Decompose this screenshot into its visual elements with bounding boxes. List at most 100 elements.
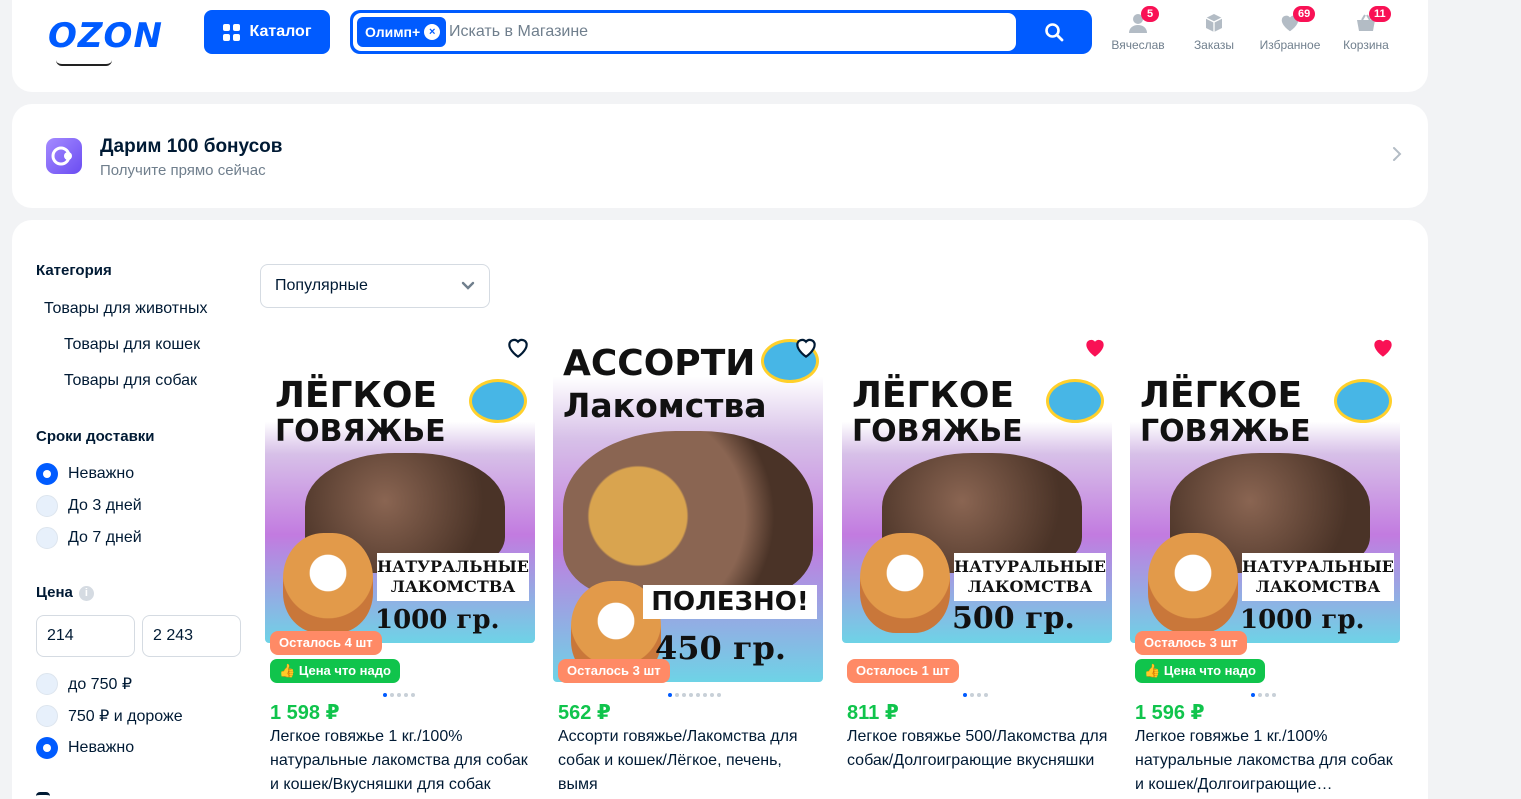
- ozon-logo[interactable]: OZON: [48, 16, 163, 56]
- heart-icon: 69: [1279, 6, 1316, 34]
- price-option-any[interactable]: Неважно: [36, 737, 134, 759]
- bonus-banner[interactable]: Дарим 100 бонусов Получите прямо сейчас: [12, 104, 1428, 208]
- nav-profile[interactable]: 5 Вячеслав: [1099, 6, 1177, 52]
- good-price-badge: 👍 Цена что надо: [270, 659, 400, 683]
- search-icon: [1045, 23, 1064, 42]
- radio[interactable]: [36, 527, 58, 549]
- stock-badge: Осталось 3 шт: [1135, 631, 1247, 655]
- catalog-section: Категория Товары для животных Товары для…: [12, 220, 1428, 799]
- price-option-label: Неважно: [68, 739, 135, 756]
- thumbs-up-icon: 👍: [1144, 663, 1161, 678]
- product-card[interactable]: АССОРТИ Лакомства ПОЛЕЗНО! 450 гр. Остало…: [553, 335, 825, 799]
- category-dogs[interactable]: Товары для собак: [64, 372, 197, 390]
- stock-badge: Осталось 4 шт: [270, 631, 382, 655]
- nav-orders[interactable]: Заказы: [1175, 12, 1253, 52]
- radio[interactable]: [36, 673, 58, 695]
- price-max-input[interactable]: [142, 615, 241, 657]
- user-icon: 5: [1127, 6, 1159, 34]
- cart-badge: 11: [1369, 6, 1391, 22]
- favorite-heart-icon[interactable]: [505, 335, 531, 361]
- info-icon[interactable]: i: [78, 586, 94, 601]
- good-price-badge: 👍 Цена что надо: [1135, 659, 1265, 683]
- good-price-label: Цена что надо: [298, 663, 391, 678]
- favorite-heart-icon[interactable]: [793, 335, 819, 361]
- nav-orders-label: Заказы: [1193, 38, 1235, 52]
- favorites-badge: 69: [1293, 6, 1316, 22]
- sort-dropdown[interactable]: Популярные: [260, 264, 490, 308]
- price-option-under-750[interactable]: до 750 ₽: [36, 673, 132, 695]
- nav-favorites-label: Избранное: [1259, 38, 1321, 52]
- grid-icon: [222, 23, 240, 41]
- bonus-subtitle: Получите прямо сейчас: [100, 162, 266, 179]
- product-title[interactable]: Ассорти говяжье/Лакомства для собак и ко…: [558, 725, 820, 797]
- nav-favorites[interactable]: 69 Избранное: [1251, 6, 1329, 52]
- product-price: 1 596 ₽: [1135, 702, 1205, 724]
- delivery-option-label: До 3 дней: [68, 497, 142, 514]
- chevron-right-icon: [1393, 147, 1402, 161]
- sort-selected-label: Популярные: [275, 277, 368, 294]
- category-filter-title: Категория: [36, 262, 112, 279]
- logo-underline-decoration: [56, 60, 112, 66]
- delivery-option-3-days[interactable]: До 3 дней: [36, 495, 142, 517]
- price-option-label: 750 ₽ и дороже: [68, 708, 183, 725]
- delivery-option-7-days[interactable]: До 7 дней: [36, 527, 142, 549]
- search-input[interactable]: [449, 19, 999, 45]
- product-title[interactable]: Легкое говяжье 1 кг./100% натуральные ла…: [1135, 725, 1397, 797]
- profile-badge: 5: [1141, 6, 1159, 22]
- search-bar: Олимп+ ×: [350, 10, 1092, 54]
- delivery-option-any[interactable]: Неважно: [36, 463, 134, 485]
- product-price: 811 ₽: [847, 702, 899, 724]
- next-filter-title-cut: [36, 792, 50, 799]
- price-min-input[interactable]: [36, 615, 135, 657]
- stock-badge: Осталось 3 шт: [558, 659, 670, 683]
- bonus-title: Дарим 100 бонусов: [100, 136, 283, 157]
- search-field-wrapper: Олимп+ ×: [353, 13, 1016, 51]
- search-button[interactable]: [1016, 10, 1092, 54]
- product-card[interactable]: ЛЁГКОЕ ГОВЯЖЬЕ НАТУРАЛЬНЫЕ ЛАКОМСТВА 500 г…: [842, 335, 1114, 799]
- stock-badge: Осталось 1 шт: [847, 659, 959, 683]
- product-image[interactable]: ЛЁГКОЕ ГОВЯЖЬЕ НАТУРАЛЬНЫЕ ЛАКОМСТВА 500 г…: [842, 373, 1112, 643]
- nav-cart-label: Корзина: [1343, 38, 1389, 52]
- image-pagination[interactable]: [1251, 693, 1276, 697]
- radio[interactable]: [36, 705, 58, 727]
- price-option-label: до 750 ₽: [68, 676, 132, 693]
- favorite-heart-icon-active[interactable]: [1082, 335, 1108, 361]
- favorite-heart-icon-active[interactable]: [1370, 335, 1396, 361]
- chevron-down-icon: [461, 281, 475, 290]
- delivery-option-label: До 7 дней: [68, 529, 142, 546]
- product-title[interactable]: Легкое говяжье 500/Лакомства для собак/Д…: [847, 725, 1109, 773]
- bonus-logo-icon: [46, 138, 82, 174]
- thumbs-up-icon: 👍: [279, 663, 296, 678]
- nav-cart[interactable]: 11 Корзина: [1327, 6, 1405, 52]
- good-price-label: Цена что надо: [1163, 663, 1256, 678]
- price-filter-label: Цена: [36, 584, 73, 601]
- product-image[interactable]: ЛЁГКОЕ ГОВЯЖЬЕ НАТУРАЛЬНЫЕ ЛАКОМСТВА 1000 …: [265, 373, 535, 643]
- delivery-filter-title: Сроки доставки: [36, 428, 155, 445]
- image-pagination[interactable]: [963, 693, 988, 697]
- product-price: 1 598 ₽: [270, 702, 340, 724]
- image-pagination[interactable]: [668, 693, 721, 697]
- product-card[interactable]: ЛЁГКОЕ ГОВЯЖЬЕ НАТУРАЛЬНЫЕ ЛАКОМСТВА 1000 …: [1130, 335, 1402, 799]
- product-title[interactable]: Легкое говяжье 1 кг./100% натуральные ла…: [270, 725, 532, 797]
- radio-selected[interactable]: [36, 737, 58, 759]
- image-pagination[interactable]: [383, 693, 415, 697]
- nav-profile-label: Вячеслав: [1111, 38, 1165, 52]
- radio[interactable]: [36, 495, 58, 517]
- search-scope-chip[interactable]: Олимп+ ×: [357, 17, 447, 47]
- search-scope-label: Олимп+: [365, 24, 421, 40]
- radio-selected[interactable]: [36, 463, 58, 485]
- close-icon[interactable]: ×: [424, 24, 441, 40]
- price-filter-title: Цена i: [36, 584, 94, 601]
- delivery-option-label: Неважно: [68, 465, 135, 482]
- product-image[interactable]: ЛЁГКОЕ ГОВЯЖЬЕ НАТУРАЛЬНЫЕ ЛАКОМСТВА 1000 …: [1130, 373, 1400, 643]
- product-price: 562 ₽: [558, 702, 611, 724]
- category-cats[interactable]: Товары для кошек: [64, 336, 200, 354]
- box-icon: [1203, 12, 1225, 34]
- catalog-label: Каталог: [249, 23, 312, 40]
- product-card[interactable]: ЛЁГКОЕ ГОВЯЖЬЕ НАТУРАЛЬНЫЕ ЛАКОМСТВА 1000 …: [265, 335, 537, 799]
- catalog-button[interactable]: Каталог: [204, 10, 330, 54]
- price-option-750-plus[interactable]: 750 ₽ и дороже: [36, 705, 183, 727]
- cart-icon: 11: [1355, 6, 1391, 34]
- product-image[interactable]: АССОРТИ Лакомства ПОЛЕЗНО! 450 гр.: [553, 335, 823, 682]
- category-pets[interactable]: Товары для животных: [44, 300, 207, 318]
